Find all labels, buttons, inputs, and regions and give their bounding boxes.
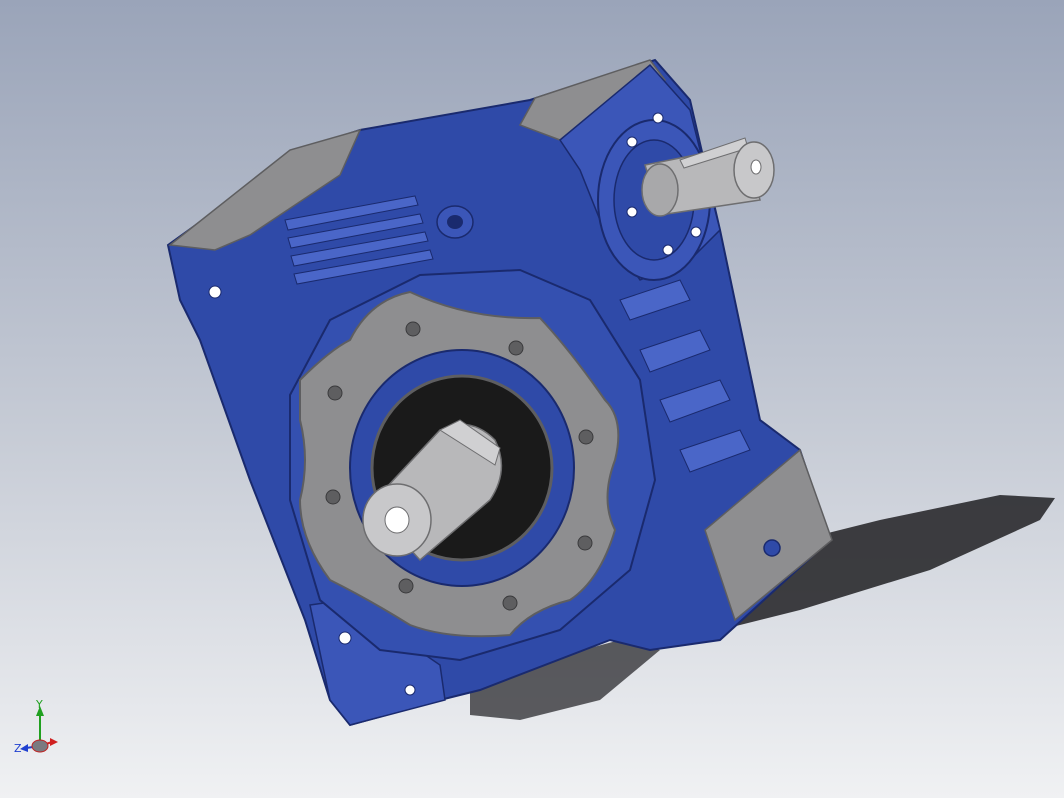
y-axis-label: Y (35, 700, 43, 711)
z-axis-label: Z (14, 742, 22, 755)
breather-plug (436, 205, 474, 239)
worm-gearbox-model[interactable] (166, 58, 833, 727)
x-axis-arrow (50, 738, 58, 746)
triad-origin (31, 739, 49, 753)
orientation-triad[interactable]: Y Z (10, 700, 62, 764)
3d-viewport[interactable] (0, 0, 1064, 798)
